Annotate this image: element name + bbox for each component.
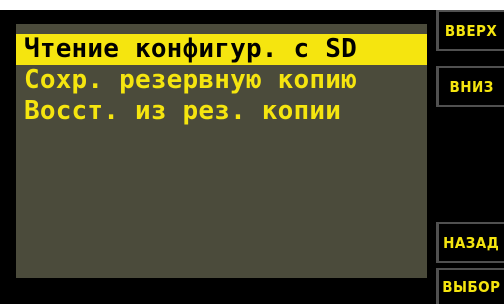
up-button-label: ВВЕРХ (445, 21, 498, 40)
up-button[interactable]: ВВЕРХ (436, 10, 504, 51)
menu-item-save-backup[interactable]: Сохр. резервную копию (16, 65, 427, 96)
device-panel: Чтение конфигур. с SD Сохр. резервную ко… (0, 0, 504, 304)
softkey-column: ВВЕРХ ВНИЗ НАЗАД ВЫБОР (436, 10, 504, 304)
display-screen: Чтение конфигур. с SD Сохр. резервную ко… (16, 24, 427, 278)
menu-item-restore-backup[interactable]: Восст. из рез. копии (16, 96, 427, 127)
back-button[interactable]: НАЗАД (436, 222, 504, 263)
back-button-label: НАЗАД (443, 233, 500, 252)
down-button-label: ВНИЗ (449, 77, 494, 96)
down-button[interactable]: ВНИЗ (436, 66, 504, 107)
menu-item-read-config-sd[interactable]: Чтение конфигур. с SD (16, 34, 427, 65)
menu-list: Чтение конфигур. с SD Сохр. резервную ко… (16, 34, 427, 127)
select-button-label: ВЫБОР (442, 278, 501, 296)
select-button[interactable]: ВЫБОР (436, 268, 504, 304)
